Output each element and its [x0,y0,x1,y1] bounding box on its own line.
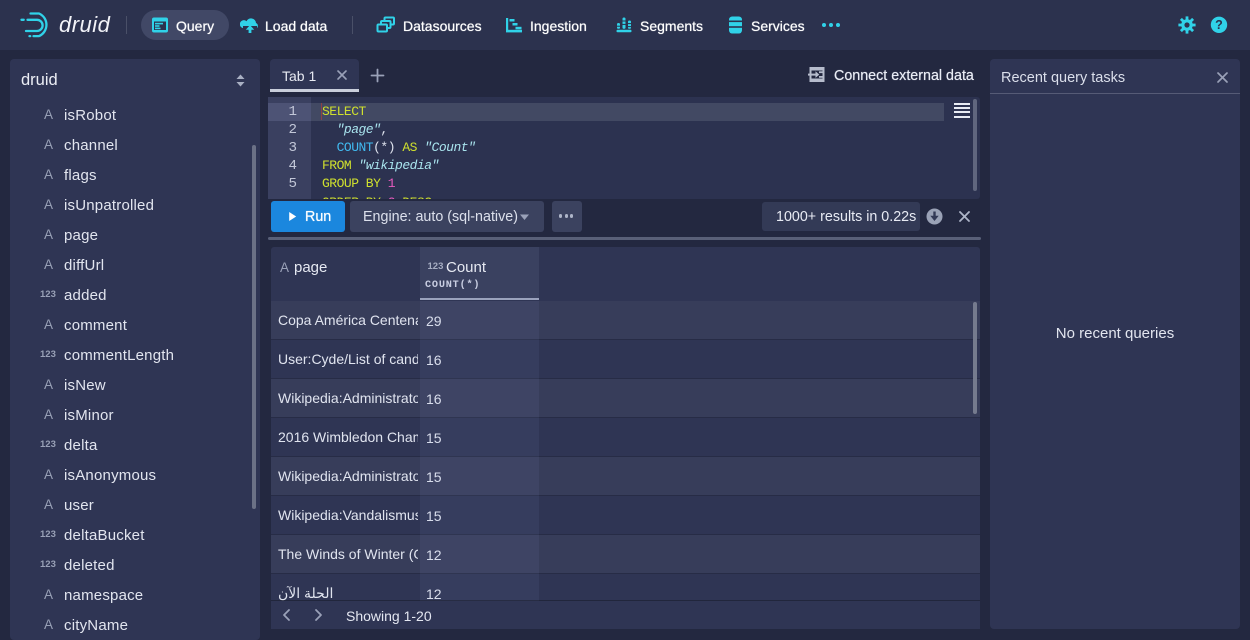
svg-text:?: ? [1215,18,1223,32]
